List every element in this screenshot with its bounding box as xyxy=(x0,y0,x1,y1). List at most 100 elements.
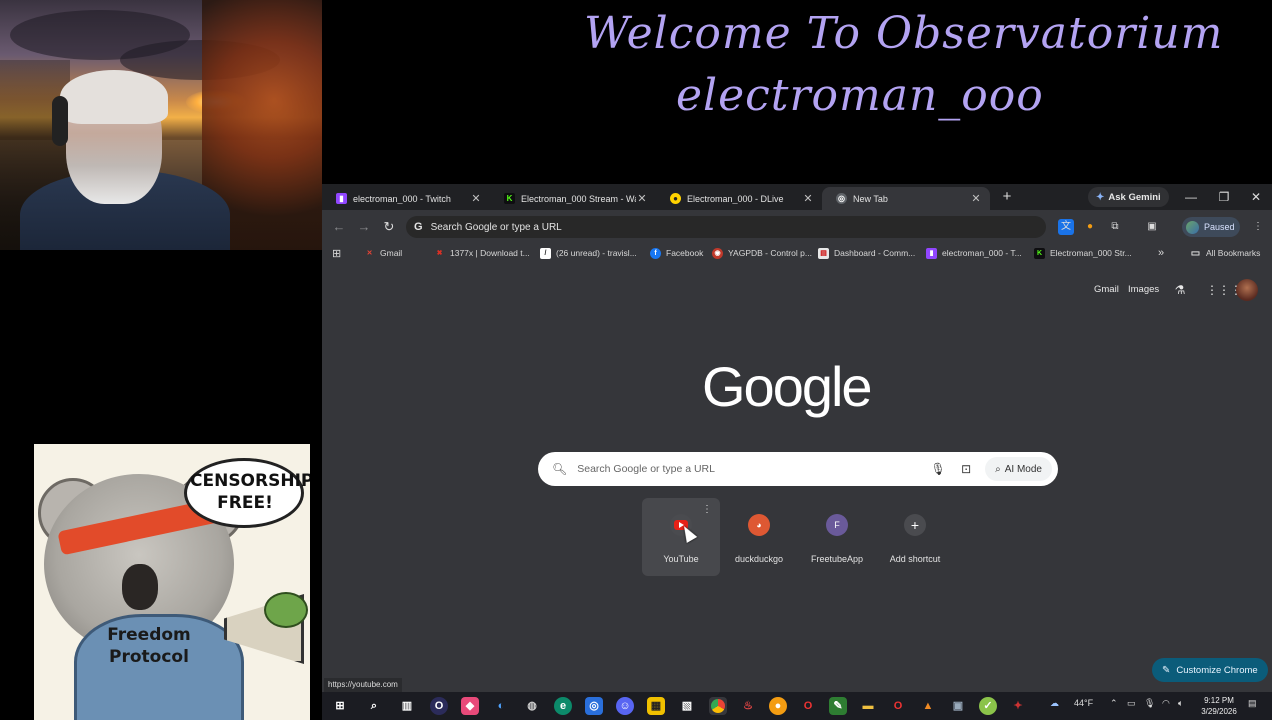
address-bar-text: Search Google or type a URL xyxy=(430,221,562,233)
banner-username: electroman_ooo xyxy=(676,70,1044,121)
bookmark-kick[interactable]: K Electroman_000 Str... xyxy=(1034,245,1132,261)
freetube-icon: F xyxy=(826,514,848,536)
sidepanel-icon[interactable]: ▣ xyxy=(1144,219,1160,235)
stream-banner: Welcome To Observatorium electroman_ooo xyxy=(330,0,1272,184)
weather-temperature[interactable]: 44°F xyxy=(1074,698,1093,708)
ntp-search-box[interactable]: 🔍︎ Search Google or type a URL 🎙︎ ⊡ ⌕ AI … xyxy=(538,452,1058,486)
shortcut-freetubeapp[interactable]: F FreetubeApp xyxy=(798,498,876,576)
store-icon[interactable]: ▦ xyxy=(647,697,665,715)
bookmarks-overflow-icon[interactable]: » xyxy=(1158,245,1164,261)
microphone-icon[interactable]: 🎙︎ xyxy=(929,462,947,476)
app-red-icon[interactable]: ✦ xyxy=(1009,697,1027,715)
bookmark-twitch[interactable]: ▮ electroman_000 - T... xyxy=(926,245,1022,261)
clock-date: 3/29/2026 xyxy=(1201,707,1237,716)
tab-title: Electroman_000 Stream - Watch xyxy=(521,193,636,204)
profile-paused-button[interactable]: Paused xyxy=(1182,217,1240,237)
tab-new-tab[interactable]: ◎ New Tab ✕ xyxy=(822,187,990,210)
customize-label: Customize Chrome xyxy=(1176,664,1258,676)
bookmark-label: electroman_000 - T... xyxy=(942,248,1022,258)
app-blue-icon[interactable]: ◎ xyxy=(585,697,603,715)
task-view-icon[interactable]: ▥ xyxy=(398,697,416,715)
tray-device-icon[interactable]: ▭ xyxy=(1127,698,1136,709)
reload-button[interactable]: ↻ xyxy=(380,218,398,236)
close-icon[interactable]: ✕ xyxy=(636,192,648,205)
app-pink-icon[interactable]: ◆ xyxy=(461,697,479,715)
shortcut-youtube[interactable]: ⋮ YouTube xyxy=(642,498,720,576)
customize-chrome-button[interactable]: ✎ Customize Chrome xyxy=(1152,658,1268,682)
obs-icon[interactable]: O xyxy=(430,697,448,715)
menu-kebab-icon[interactable]: ⋮ xyxy=(1250,219,1266,235)
opera-gx-icon[interactable]: O xyxy=(889,697,907,715)
translate-icon[interactable]: 文 xyxy=(1058,219,1074,235)
close-icon[interactable]: ✕ xyxy=(802,192,814,205)
chrome-icon: ◎ xyxy=(836,193,847,204)
opera-icon[interactable]: O xyxy=(799,697,817,715)
maximize-button[interactable]: ❐ xyxy=(1214,188,1234,206)
search-icon[interactable]: ⌕ xyxy=(365,697,383,715)
chrome-taskbar-icon[interactable] xyxy=(709,697,727,715)
extensions-puzzle-icon[interactable]: ⧉ xyxy=(1107,219,1123,235)
bookmark-facebook[interactable]: f Facebook xyxy=(650,245,703,261)
window-close-button[interactable]: ✕ xyxy=(1246,188,1266,206)
weather-icon[interactable]: ☁ xyxy=(1050,698,1059,709)
wifi-icon[interactable]: ◠ xyxy=(1162,698,1170,709)
app-green-icon[interactable]: ✎ xyxy=(829,697,847,715)
frog-icon xyxy=(264,592,308,628)
app-swirl-icon[interactable]: ◐ xyxy=(492,697,510,715)
hoodie-text: Freedom Protocol xyxy=(107,625,191,667)
shortcut-add[interactable]: + Add shortcut xyxy=(876,498,954,576)
bookmark-label: Facebook xyxy=(666,248,704,258)
file-explorer-icon[interactable]: ▬ xyxy=(859,697,877,715)
new-tab-button[interactable]: + xyxy=(998,188,1016,206)
tab-dlive[interactable]: ● Electroman_000 - DLive ✕ xyxy=(656,187,822,210)
app-check-icon[interactable]: ✓ xyxy=(979,697,997,715)
volume-icon[interactable]: 🔈︎ xyxy=(1178,698,1183,709)
tab-title: Electroman_000 - DLive xyxy=(687,193,784,204)
google-logo: Google xyxy=(702,355,873,418)
forward-button[interactable]: → xyxy=(355,218,373,236)
edge-icon[interactable]: e xyxy=(554,697,572,715)
minimize-button[interactable]: — xyxy=(1181,188,1201,206)
close-icon[interactable]: ✕ xyxy=(470,192,482,205)
google-apps-icon[interactable]: ⋮⋮⋮ xyxy=(1206,282,1242,298)
bookmark-dashboard[interactable]: ▤ Dashboard - Comm... xyxy=(818,245,915,261)
discord-icon[interactable]: ☺ xyxy=(616,697,634,715)
gmail-link[interactable]: Gmail xyxy=(1094,284,1119,295)
extension-orange-icon[interactable]: ● xyxy=(1082,219,1098,235)
back-button[interactable]: ← xyxy=(330,218,348,236)
bookmark-yagpdb[interactable]: ◉ YAGPDB - Control p... xyxy=(712,245,812,261)
chrome-window: ▮ electroman_000 - Twitch ✕ K Electroman… xyxy=(322,184,1272,692)
windows-start-icon[interactable]: ⊞ xyxy=(331,697,349,715)
bookmark-unread-mail[interactable]: / (26 unread) - travisl... xyxy=(540,245,637,261)
notifications-icon[interactable]: ▤ xyxy=(1248,698,1257,709)
microphone-tray-icon[interactable]: 🎙︎ xyxy=(1144,698,1155,709)
bookmark-gmail[interactable]: ✕ Gmail xyxy=(364,245,403,261)
gemini-icon: ✦ xyxy=(1096,191,1105,203)
close-icon[interactable]: ✕ xyxy=(970,192,982,205)
tray-chevron-icon[interactable]: ⌃ xyxy=(1110,698,1118,709)
ai-mode-button[interactable]: ⌕ AI Mode xyxy=(985,457,1052,481)
taskbar-clock[interactable]: 9:12 PM 3/29/2026 xyxy=(1194,695,1244,717)
tab-kick[interactable]: K Electroman_000 Stream - Watch ✕ xyxy=(490,187,656,210)
address-bar[interactable]: G Search Google or type a URL xyxy=(406,216,1046,238)
shortcut-menu-icon[interactable]: ⋮ xyxy=(702,504,712,515)
facebook-icon: f xyxy=(650,247,661,259)
app-stripes-icon[interactable]: ◍ xyxy=(523,697,541,715)
app-orange-icon[interactable]: ● xyxy=(769,697,787,715)
google-lens-icon[interactable]: ⊡ xyxy=(957,462,975,476)
app-book-icon[interactable]: ▧ xyxy=(678,697,696,715)
app-flame-icon[interactable]: ♨ xyxy=(739,697,757,715)
all-bookmarks-button[interactable]: ▭ All Bookmarks xyxy=(1190,245,1261,261)
koala-meme-image: CENSORSHIP FREE! Freedom Protocol xyxy=(34,444,310,720)
labs-flask-icon[interactable]: ⚗ xyxy=(1172,282,1188,298)
shortcut-duckduckgo[interactable]: ◕ duckduckgo xyxy=(720,498,798,576)
banner-title: Welcome To Observatorium xyxy=(584,8,1224,59)
vlc-icon[interactable]: ▲ xyxy=(919,697,937,715)
images-link[interactable]: Images xyxy=(1128,284,1159,295)
account-avatar[interactable] xyxy=(1236,279,1258,301)
tab-twitch[interactable]: ▮ electroman_000 - Twitch ✕ xyxy=(322,187,490,210)
apps-grid-icon[interactable]: ⊞ xyxy=(332,245,341,261)
bookmark-1377x[interactable]: ✖ 1377x | Download t... xyxy=(434,245,530,261)
ask-gemini-button[interactable]: ✦ Ask Gemini xyxy=(1088,187,1169,207)
app-grey-icon[interactable]: ▣ xyxy=(949,697,967,715)
